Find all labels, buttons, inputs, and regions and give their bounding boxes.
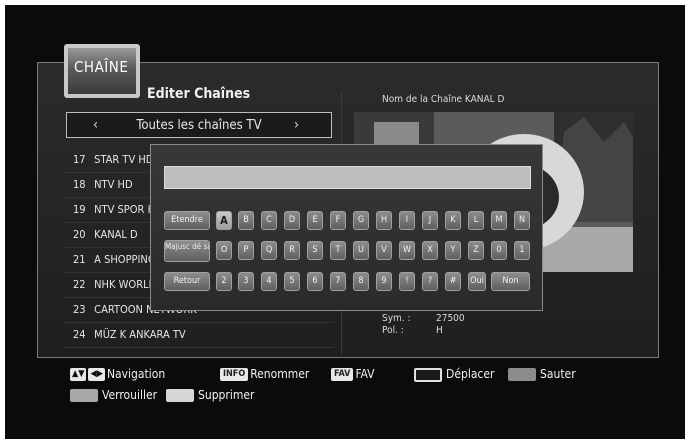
key-z[interactable]: Z — [468, 241, 484, 260]
legend-navigation: ▲▼ ◀▶ Navigation — [70, 367, 165, 381]
black-key-icon — [414, 367, 442, 382]
legend-lock: Verrouiller — [70, 388, 157, 402]
sym-value: 27500 — [436, 313, 465, 324]
key-j[interactable]: J — [422, 211, 438, 230]
pol-label: Pol. : — [382, 325, 404, 336]
key-hash[interactable]: # — [445, 272, 461, 291]
legend-move: Déplacer — [414, 367, 494, 382]
key-o[interactable]: O — [216, 241, 232, 260]
legend-fav-label: FAV — [355, 367, 375, 381]
key-7[interactable]: 7 — [330, 272, 346, 291]
key-exclamation[interactable]: ! — [399, 272, 415, 291]
chevron-right-icon[interactable]: › — [294, 117, 299, 133]
key-1[interactable]: 1 — [514, 241, 530, 260]
pol-value: H — [436, 325, 443, 336]
key-6[interactable]: 6 — [307, 272, 323, 291]
key-e[interactable]: E — [307, 211, 323, 230]
caps-off-key[interactable]: Majusc dé sactivé — [164, 240, 210, 262]
legend-rename-label: Renommer — [250, 367, 310, 381]
virtual-keyboard: Etendre A B C D E F G H I J K L M N Maju… — [150, 144, 543, 311]
transponder-info: Sym. : 27500 Pol. : H — [382, 313, 465, 337]
key-5[interactable]: 5 — [284, 272, 300, 291]
channel-badge: CHAÎNE — [64, 44, 140, 98]
key-w[interactable]: W — [399, 241, 415, 260]
key-h[interactable]: H — [376, 211, 392, 230]
key-s[interactable]: S — [307, 241, 323, 260]
legend-skip: Sauter — [508, 367, 576, 381]
legend-rename: INFO Renommer — [220, 367, 309, 381]
grey-key-icon — [508, 368, 536, 381]
no-key[interactable]: Non — [491, 272, 530, 291]
channel-name-info: Nom de la Chaîne KANAL D — [382, 94, 505, 105]
legend-navigation-label: Navigation — [106, 367, 166, 381]
left-right-arrows-icon: ◀▶ — [88, 368, 105, 381]
channel-row[interactable]: 24 MÜZ K ANKARA TV — [64, 323, 334, 348]
channel-group-selector[interactable]: ‹ Toutes les chaînes TV › — [66, 112, 332, 138]
key-r[interactable]: R — [284, 241, 300, 260]
key-0[interactable]: 0 — [491, 241, 507, 260]
white-key-icon — [166, 389, 194, 402]
key-8[interactable]: 8 — [353, 272, 369, 291]
key-u[interactable]: U — [353, 241, 369, 260]
legend-fav: FAV FAV — [331, 367, 375, 381]
key-a[interactable]: A — [216, 211, 232, 230]
key-g[interactable]: G — [353, 211, 369, 230]
key-y[interactable]: Y — [445, 241, 461, 260]
key-9[interactable]: 9 — [376, 272, 392, 291]
key-3[interactable]: 3 — [238, 272, 254, 291]
back-key[interactable]: Retour — [164, 272, 210, 291]
light-grey-key-icon — [70, 389, 98, 402]
legend-delete: Supprimer — [166, 388, 254, 402]
up-down-arrows-icon: ▲▼ — [70, 368, 87, 381]
key-v[interactable]: V — [376, 241, 392, 260]
key-4[interactable]: 4 — [261, 272, 277, 291]
key-d[interactable]: D — [284, 211, 300, 230]
extend-key[interactable]: Etendre — [164, 211, 210, 230]
key-p[interactable]: P — [238, 241, 254, 260]
key-l[interactable]: L — [468, 211, 484, 230]
channel-group-label: Toutes les chaînes TV — [136, 118, 262, 133]
key-n[interactable]: N — [514, 211, 530, 230]
yes-key[interactable]: Oui — [468, 272, 486, 291]
key-x[interactable]: X — [422, 241, 438, 260]
key-i[interactable]: I — [399, 211, 415, 230]
key-2[interactable]: 2 — [216, 272, 232, 291]
legend-skip-label: Sauter — [540, 367, 576, 381]
key-m[interactable]: M — [491, 211, 507, 230]
key-question[interactable]: ? — [422, 272, 438, 291]
legend-delete-label: Supprimer — [198, 388, 255, 402]
sym-label: Sym. : — [382, 313, 411, 324]
key-t[interactable]: T — [330, 241, 346, 260]
key-f[interactable]: F — [330, 211, 346, 230]
page-title: Editer Chaînes — [147, 86, 251, 102]
legend-lock-label: Verrouiller — [102, 388, 158, 402]
keyboard-input-field[interactable] — [164, 166, 531, 189]
key-b[interactable]: B — [238, 211, 254, 230]
badge-label: CHAÎNE — [74, 58, 129, 76]
key-c[interactable]: C — [261, 211, 277, 230]
key-k[interactable]: K — [445, 211, 461, 230]
fav-key-icon: FAV — [331, 368, 354, 381]
key-q[interactable]: Q — [261, 241, 277, 260]
info-key-icon: INFO — [220, 368, 249, 381]
legend-move-label: Déplacer — [446, 367, 495, 381]
